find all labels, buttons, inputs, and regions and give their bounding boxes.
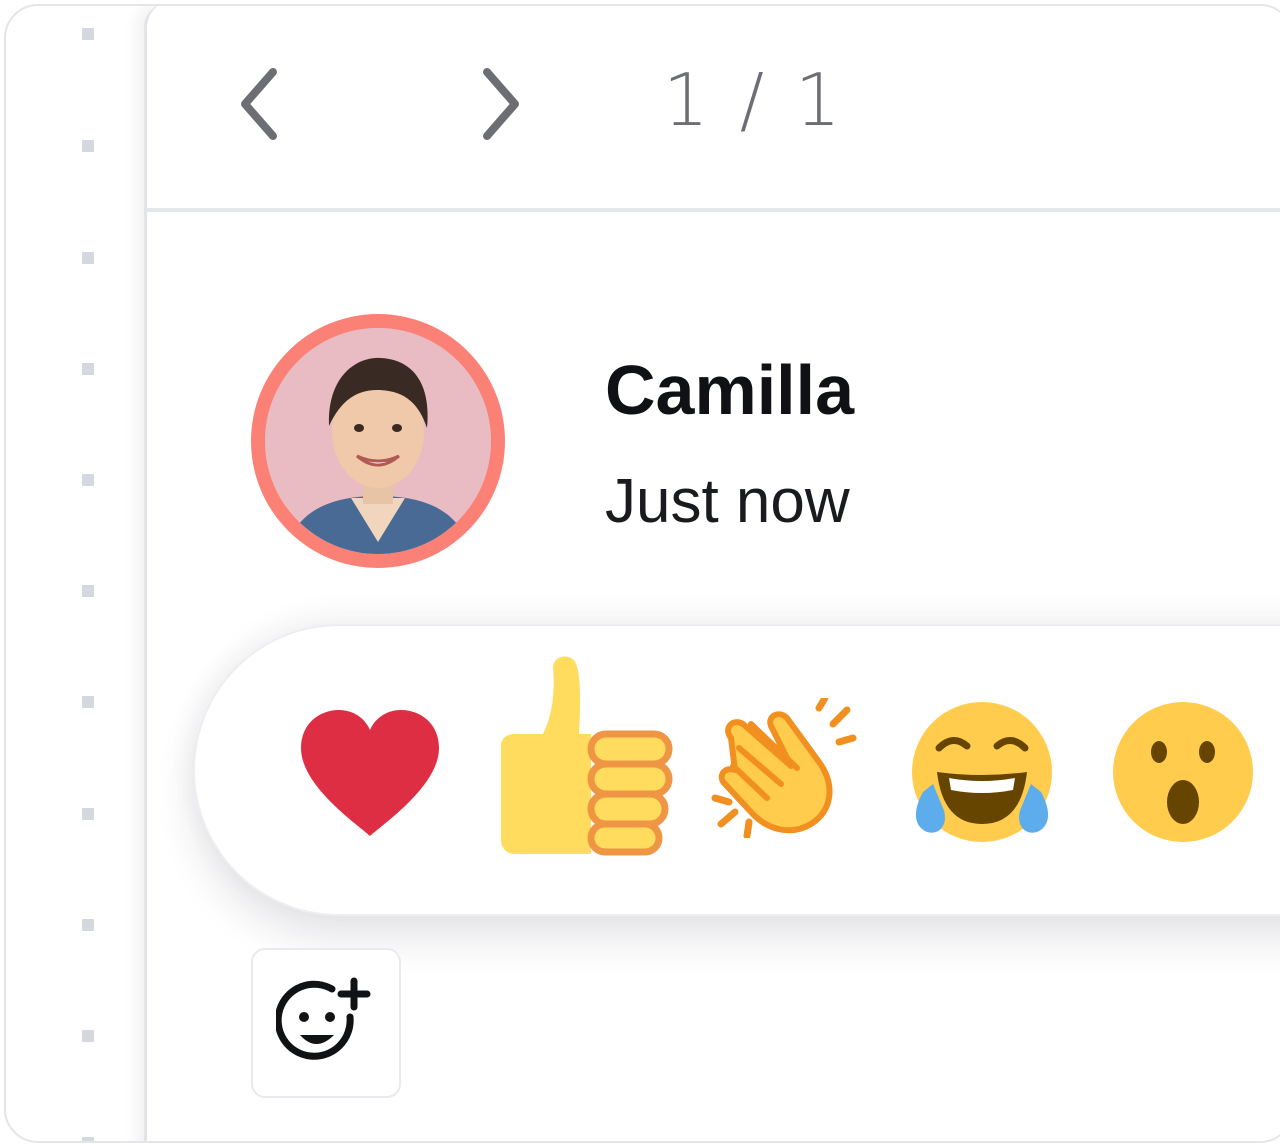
avatar-photo [265,328,491,554]
reaction-tears-of-joy[interactable] [909,700,1055,846]
grid-dot [82,696,94,708]
thumbs-up-emoji-icon [501,656,673,856]
page-counter: 1 / 1 [663,58,845,142]
chevron-left-icon [241,68,277,140]
add-reaction-button[interactable] [251,948,401,1098]
grid-dot [82,1030,94,1042]
grid-dot [82,140,94,152]
grid-dot-rail [6,6,146,1141]
comment-toolbar: 1 / 1 [147,6,1280,212]
heart-emoji-icon [301,710,439,836]
avatar[interactable] [251,314,505,568]
grid-dot [82,474,94,486]
reaction-surprised[interactable] [1111,700,1255,844]
grid-dot [82,1137,94,1141]
next-comment-button[interactable] [471,64,531,144]
reaction-heart[interactable] [295,706,445,842]
reaction-thumbs-up[interactable] [491,654,677,858]
surprised-face-emoji-icon [1113,702,1253,842]
grid-dot [82,252,94,264]
clapping-hands-emoji-icon [711,698,857,838]
chevron-right-icon [483,68,519,140]
person-portrait-icon [265,328,491,554]
grid-dot [82,808,94,820]
reaction-clapping-hands[interactable] [711,698,861,838]
comment-author-name: Camilla [605,351,854,429]
grid-dot [82,28,94,40]
comment-timestamp: Just now [605,467,850,536]
previous-comment-button[interactable] [229,64,289,144]
reaction-picker [193,624,1280,916]
comment-panel: 1 / 1 Camilla Just now [144,6,1280,1141]
grid-dot [82,585,94,597]
grid-dot [82,919,94,931]
grid-dot [82,363,94,375]
app-frame: 1 / 1 Camilla Just now [4,4,1280,1143]
tears-of-joy-emoji-icon [912,702,1052,842]
add-emoji-icon [276,977,371,1060]
